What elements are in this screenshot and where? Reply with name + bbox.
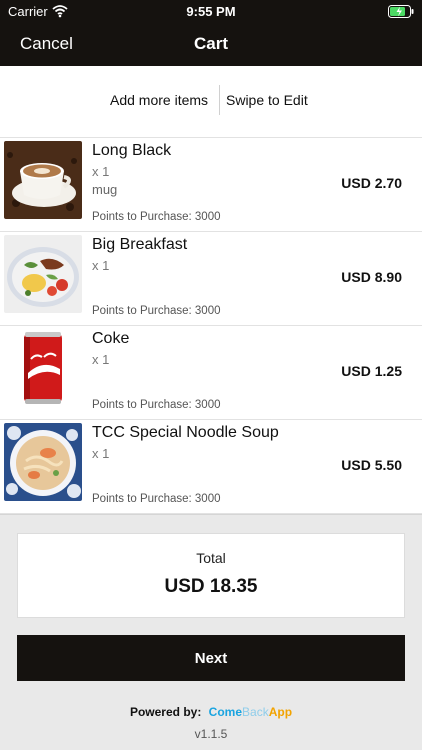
- item-price: USD 8.90: [341, 269, 402, 285]
- comebackapp-logo[interactable]: ComeBackApp: [209, 705, 292, 719]
- brand-part-come: Come: [208, 705, 243, 719]
- noodle-soup-image: [4, 423, 82, 501]
- cancel-button[interactable]: Cancel: [20, 34, 73, 54]
- coke-can-image: [4, 329, 82, 407]
- item-name: Long Black: [92, 142, 172, 159]
- nav-bar: Cancel Cart: [0, 24, 422, 66]
- cart-item[interactable]: Long Black x 1 mug Points to Purchase: 3…: [0, 138, 422, 232]
- app-version: v1.1.5: [194, 727, 228, 741]
- cart-item[interactable]: Big Breakfast x 1 Points to Purchase: 30…: [0, 232, 422, 326]
- item-points: Points to Purchase: 3000: [92, 211, 221, 223]
- item-points: Points to Purchase: 3000: [92, 399, 221, 411]
- coffee-cup-image: [4, 141, 82, 219]
- divider: [219, 85, 220, 115]
- item-price: USD 2.70: [341, 175, 402, 191]
- item-note: mug: [92, 182, 118, 197]
- item-price: USD 1.25: [341, 363, 402, 379]
- total-label: Total: [196, 550, 226, 566]
- powered-by: Powered by: ComeBackApp: [0, 705, 422, 719]
- cart-actions: Add more items Swipe to Edit: [0, 66, 422, 138]
- next-button[interactable]: Next: [17, 635, 405, 681]
- brand-part-app: App: [268, 705, 293, 719]
- total-card: Total USD 18.35: [17, 533, 405, 618]
- item-points: Points to Purchase: 3000: [92, 305, 221, 317]
- brand-part-back: Back: [242, 705, 269, 719]
- cart-item[interactable]: TCC Special Noodle Soup x 1 Points to Pu…: [0, 420, 422, 514]
- status-time: 9:55 PM: [186, 4, 236, 19]
- item-quantity: x 1: [92, 164, 110, 179]
- item-price: USD 5.50: [341, 457, 402, 473]
- item-quantity: x 1: [92, 352, 110, 367]
- cart-item-list[interactable]: Long Black x 1 mug Points to Purchase: 3…: [0, 138, 422, 514]
- status-bar: Carrier 9:55 PM: [0, 0, 422, 24]
- item-name: Coke: [92, 330, 130, 347]
- item-name: TCC Special Noodle Soup: [92, 424, 279, 441]
- item-quantity: x 1: [92, 258, 110, 273]
- item-quantity: x 1: [92, 446, 110, 461]
- item-points: Points to Purchase: 3000: [92, 493, 221, 505]
- cart-item[interactable]: Coke x 1 Points to Purchase: 3000 USD 1.…: [0, 326, 422, 420]
- powered-by-label: Powered by:: [129, 705, 202, 719]
- total-value: USD 18.35: [164, 576, 258, 597]
- swipe-to-edit-button[interactable]: Swipe to Edit: [226, 92, 308, 108]
- item-name: Big Breakfast: [92, 236, 188, 253]
- battery-charging-icon: [388, 5, 414, 18]
- add-more-items-button[interactable]: Add more items: [110, 92, 208, 108]
- breakfast-plate-image: [4, 235, 82, 313]
- cart-footer: Total USD 18.35 Next Powered by: ComeBac…: [0, 514, 422, 750]
